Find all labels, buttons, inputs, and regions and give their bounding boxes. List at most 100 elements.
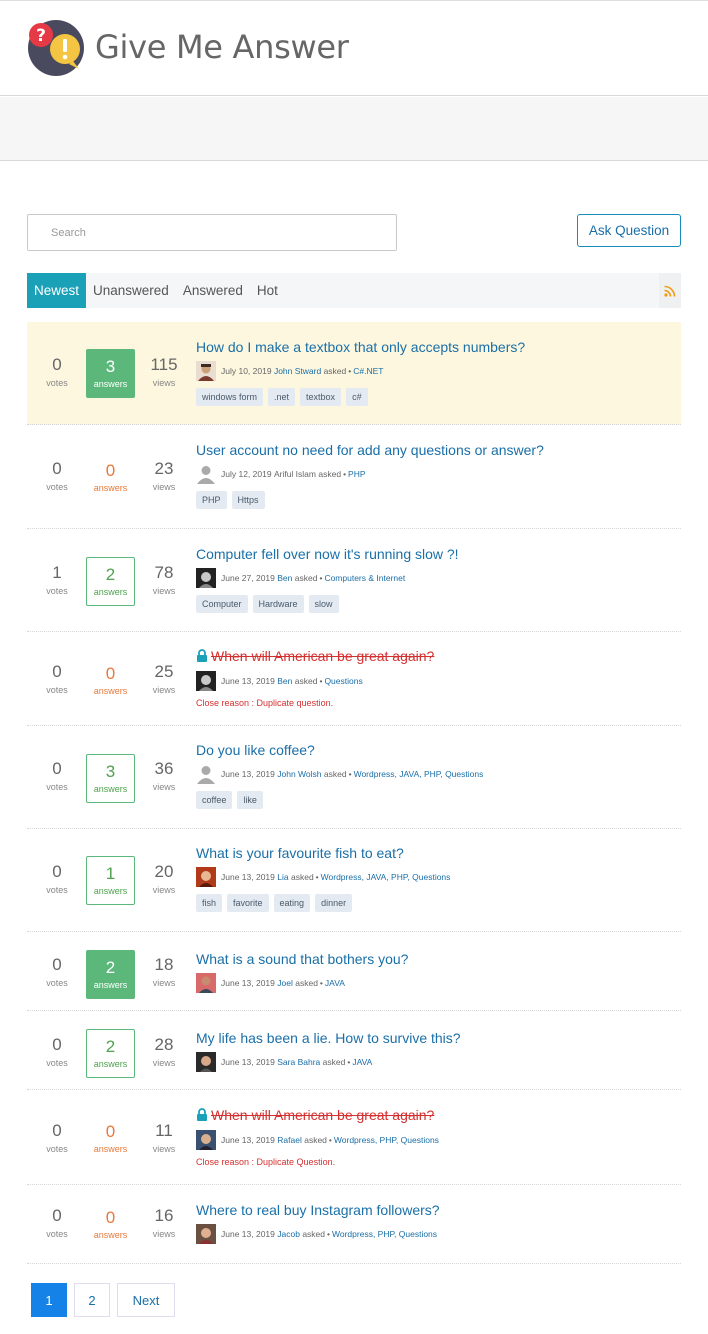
page-1-button[interactable]: 1	[31, 1283, 67, 1317]
author-link[interactable]: Sara Bahra	[277, 1057, 320, 1067]
question-row: 0 votes 0 answers 25 views When will Americ…	[27, 632, 681, 726]
category-link[interactable]: JAVA	[325, 978, 345, 988]
next-page-button[interactable]: Next	[117, 1283, 175, 1317]
question-title[interactable]: My life has been a lie. How to survive t…	[196, 1029, 681, 1047]
author-link[interactable]: John Wolsh	[277, 769, 321, 779]
tab-newest[interactable]: Newest	[27, 273, 87, 308]
category-link[interactable]: Wordpress, JAVA, PHP, Questions	[321, 872, 451, 882]
svg-text:?: ?	[36, 26, 46, 46]
tag[interactable]: Computer	[196, 595, 248, 613]
ask-question-button[interactable]: Ask Question	[577, 214, 681, 247]
category-link[interactable]: Wordpress, PHP, Questions	[332, 1229, 437, 1239]
question-list: 0 votes 3 answers 115 views How do I make a…	[27, 322, 681, 1264]
avatar[interactable]	[196, 361, 216, 381]
tag[interactable]: windows form	[196, 388, 264, 406]
logo-icon[interactable]: ?	[27, 19, 85, 77]
vote-count: 0 votes	[46, 459, 68, 492]
search-input[interactable]	[27, 214, 397, 251]
question-title[interactable]: What is a sound that bothers you?	[196, 950, 681, 968]
tag-list: fish favorite eating dinner	[196, 894, 681, 912]
category-link[interactable]: Questions	[324, 676, 362, 686]
answer-count: 1 answers	[86, 856, 135, 905]
close-reason: Close reason : Duplicate question.	[196, 698, 334, 708]
tag[interactable]: like	[237, 791, 263, 809]
view-count: 115 views	[150, 355, 178, 388]
view-count: 78 views	[152, 563, 176, 596]
tag[interactable]: fish	[196, 894, 223, 912]
question-meta: June 13, 2019 Lia asked • Wordpress, JAVA,…	[196, 867, 681, 887]
tag[interactable]: Hardware	[252, 595, 304, 613]
question-title[interactable]: Computer fell over now it's running slow…	[196, 545, 681, 563]
question-title[interactable]: Where to real buy Instagram followers?	[196, 1201, 681, 1219]
avatar[interactable]	[196, 1052, 216, 1072]
tag[interactable]: c#	[346, 388, 368, 406]
default-avatar-icon[interactable]	[196, 464, 216, 484]
tag[interactable]: slow	[308, 595, 339, 613]
category-link[interactable]: JAVA	[352, 1057, 372, 1067]
question-meta: June 13, 2019 Joel asked • JAVA	[196, 973, 681, 993]
view-count: 18 views	[152, 955, 176, 988]
author-link[interactable]: John Stward	[274, 366, 321, 376]
question-meta: June 13, 2019 Jacob asked • Wordpress, PHP…	[196, 1224, 681, 1244]
category-link[interactable]: Wordpress, JAVA, PHP, Questions	[354, 769, 484, 779]
answer-count: 2 answers	[86, 1029, 135, 1078]
answer-count: 0 answers	[93, 664, 128, 696]
tag-list: windows form .net textbox c#	[196, 388, 681, 406]
site-title[interactable]: Give Me Answer	[95, 28, 349, 66]
answer-count: 0 answers	[93, 1122, 128, 1154]
question-filter-tabs: Newest Unanswered Answered Hot	[27, 273, 681, 308]
tag[interactable]: eating	[273, 894, 311, 912]
author-link[interactable]: Ben	[277, 676, 292, 686]
question-title[interactable]: User account no need for add any questio…	[196, 441, 681, 459]
sub-header-bar	[0, 97, 708, 161]
author-link[interactable]: Lia	[277, 872, 288, 882]
category-link[interactable]: Wordpress, PHP, Questions	[334, 1135, 439, 1145]
avatar[interactable]	[196, 568, 216, 588]
author-link[interactable]: Jacob	[277, 1229, 300, 1239]
question-row: 1 votes 2 answers 78 views Computer fell ov…	[27, 529, 681, 632]
question-row: 0 votes 3 answers 115 views How do I make a…	[27, 322, 681, 425]
question-title[interactable]: When will American be great again?	[211, 1107, 434, 1123]
avatar[interactable]	[196, 671, 216, 691]
vote-count: 0 votes	[46, 759, 68, 792]
avatar[interactable]	[196, 1224, 216, 1244]
author-link[interactable]: Ben	[277, 573, 292, 583]
avatar[interactable]	[196, 1130, 216, 1150]
author-link[interactable]: Ariful Islam	[274, 469, 316, 479]
question-row: 0 votes 0 answers 11 views When will Americ…	[27, 1090, 681, 1185]
tab-unanswered[interactable]: Unanswered	[86, 273, 176, 308]
avatar[interactable]	[196, 973, 216, 993]
tab-hot[interactable]: Hot	[250, 273, 285, 308]
rss-feed-link[interactable]	[659, 273, 681, 308]
question-title[interactable]: When will American be great again?	[211, 648, 434, 664]
vote-count: 0 votes	[46, 355, 68, 388]
vote-count: 0 votes	[46, 1121, 68, 1154]
question-title[interactable]: What is your favourite fish to eat?	[196, 844, 681, 862]
category-link[interactable]: C#.NET	[353, 366, 383, 376]
tab-answered[interactable]: Answered	[176, 273, 250, 308]
view-count: 16 views	[152, 1206, 176, 1239]
lock-icon	[197, 1108, 207, 1121]
close-reason: Close reason : Duplicate Question.	[196, 1157, 336, 1167]
tag[interactable]: PHP	[196, 491, 227, 509]
tag[interactable]: textbox	[300, 388, 342, 406]
question-title[interactable]: How do I make a textbox that only accept…	[196, 338, 681, 356]
rss-icon	[664, 285, 676, 297]
avatar[interactable]	[196, 867, 216, 887]
category-link[interactable]: PHP	[348, 469, 365, 479]
tag[interactable]: dinner	[315, 894, 353, 912]
author-link[interactable]: Rafael	[277, 1135, 302, 1145]
view-count: 36 views	[152, 759, 176, 792]
tag[interactable]: .net	[268, 388, 296, 406]
category-link[interactable]: Computers & Internet	[324, 573, 405, 583]
default-avatar-icon[interactable]	[196, 764, 216, 784]
question-meta: June 13, 2019 John Wolsh asked • Wordpress…	[196, 764, 681, 784]
answer-count: 3 answers	[86, 349, 135, 398]
tag[interactable]: coffee	[196, 791, 233, 809]
page-2-button[interactable]: 2	[74, 1283, 110, 1317]
tag[interactable]: favorite	[227, 894, 269, 912]
answer-count: 3 answers	[86, 754, 135, 803]
question-title[interactable]: Do you like coffee?	[196, 741, 681, 759]
tag[interactable]: Https	[231, 491, 265, 509]
author-link[interactable]: Joel	[277, 978, 293, 988]
